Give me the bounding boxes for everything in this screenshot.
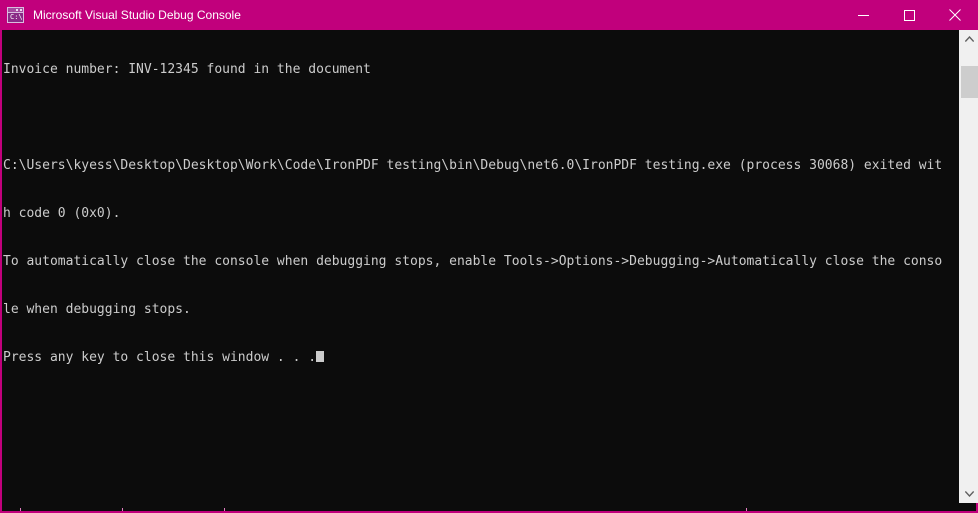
console-output[interactable]: Invoice number: INV-12345 found in the d… (2, 30, 959, 503)
chevron-up-icon (964, 36, 974, 42)
debug-console-window: C:\ Microsoft Visual Studio Debug Consol… (0, 0, 978, 513)
scroll-down-button[interactable] (959, 485, 978, 503)
console-icon-label: C:\ (10, 13, 23, 21)
title-bar-left: C:\ Microsoft Visual Studio Debug Consol… (0, 7, 840, 23)
console-line: C:\Users\kyess\Desktop\Desktop\Work\Code… (3, 158, 943, 173)
console-icon-dot-2 (20, 9, 22, 11)
console-line: Invoice number: INV-12345 found in the d… (3, 62, 371, 77)
close-icon (949, 9, 961, 21)
text-cursor (316, 351, 325, 362)
console-line: le when debugging stops. (3, 302, 191, 317)
console-line-text: Press any key to close this window . . . (3, 350, 317, 365)
minimize-icon (857, 14, 869, 16)
frame-tick (746, 508, 747, 511)
maximize-button[interactable] (886, 0, 932, 30)
window-controls (840, 0, 978, 30)
window-title: Microsoft Visual Studio Debug Console (33, 8, 241, 22)
title-bar[interactable]: C:\ Microsoft Visual Studio Debug Consol… (0, 0, 978, 30)
chevron-down-icon (964, 491, 974, 497)
maximize-icon (903, 9, 915, 21)
vertical-scrollbar[interactable] (959, 30, 978, 503)
scrollbar-track[interactable] (960, 48, 978, 485)
window-bottom-frame (0, 503, 978, 513)
frame-tick (224, 508, 225, 511)
minimize-button[interactable] (840, 0, 886, 30)
console-app-icon: C:\ (7, 7, 24, 23)
frame-tick (20, 508, 21, 511)
frame-tick (122, 508, 123, 511)
console-line: h code 0 (0x0). (3, 206, 121, 221)
scroll-up-button[interactable] (959, 30, 978, 48)
console-area: Invoice number: INV-12345 found in the d… (0, 30, 978, 503)
console-line: To automatically close the console when … (3, 254, 943, 269)
console-icon-dot-1 (16, 9, 18, 11)
scrollbar-thumb[interactable] (961, 66, 978, 98)
close-button[interactable] (932, 0, 978, 30)
console-line-with-cursor: Press any key to close this window . . . (3, 350, 959, 366)
